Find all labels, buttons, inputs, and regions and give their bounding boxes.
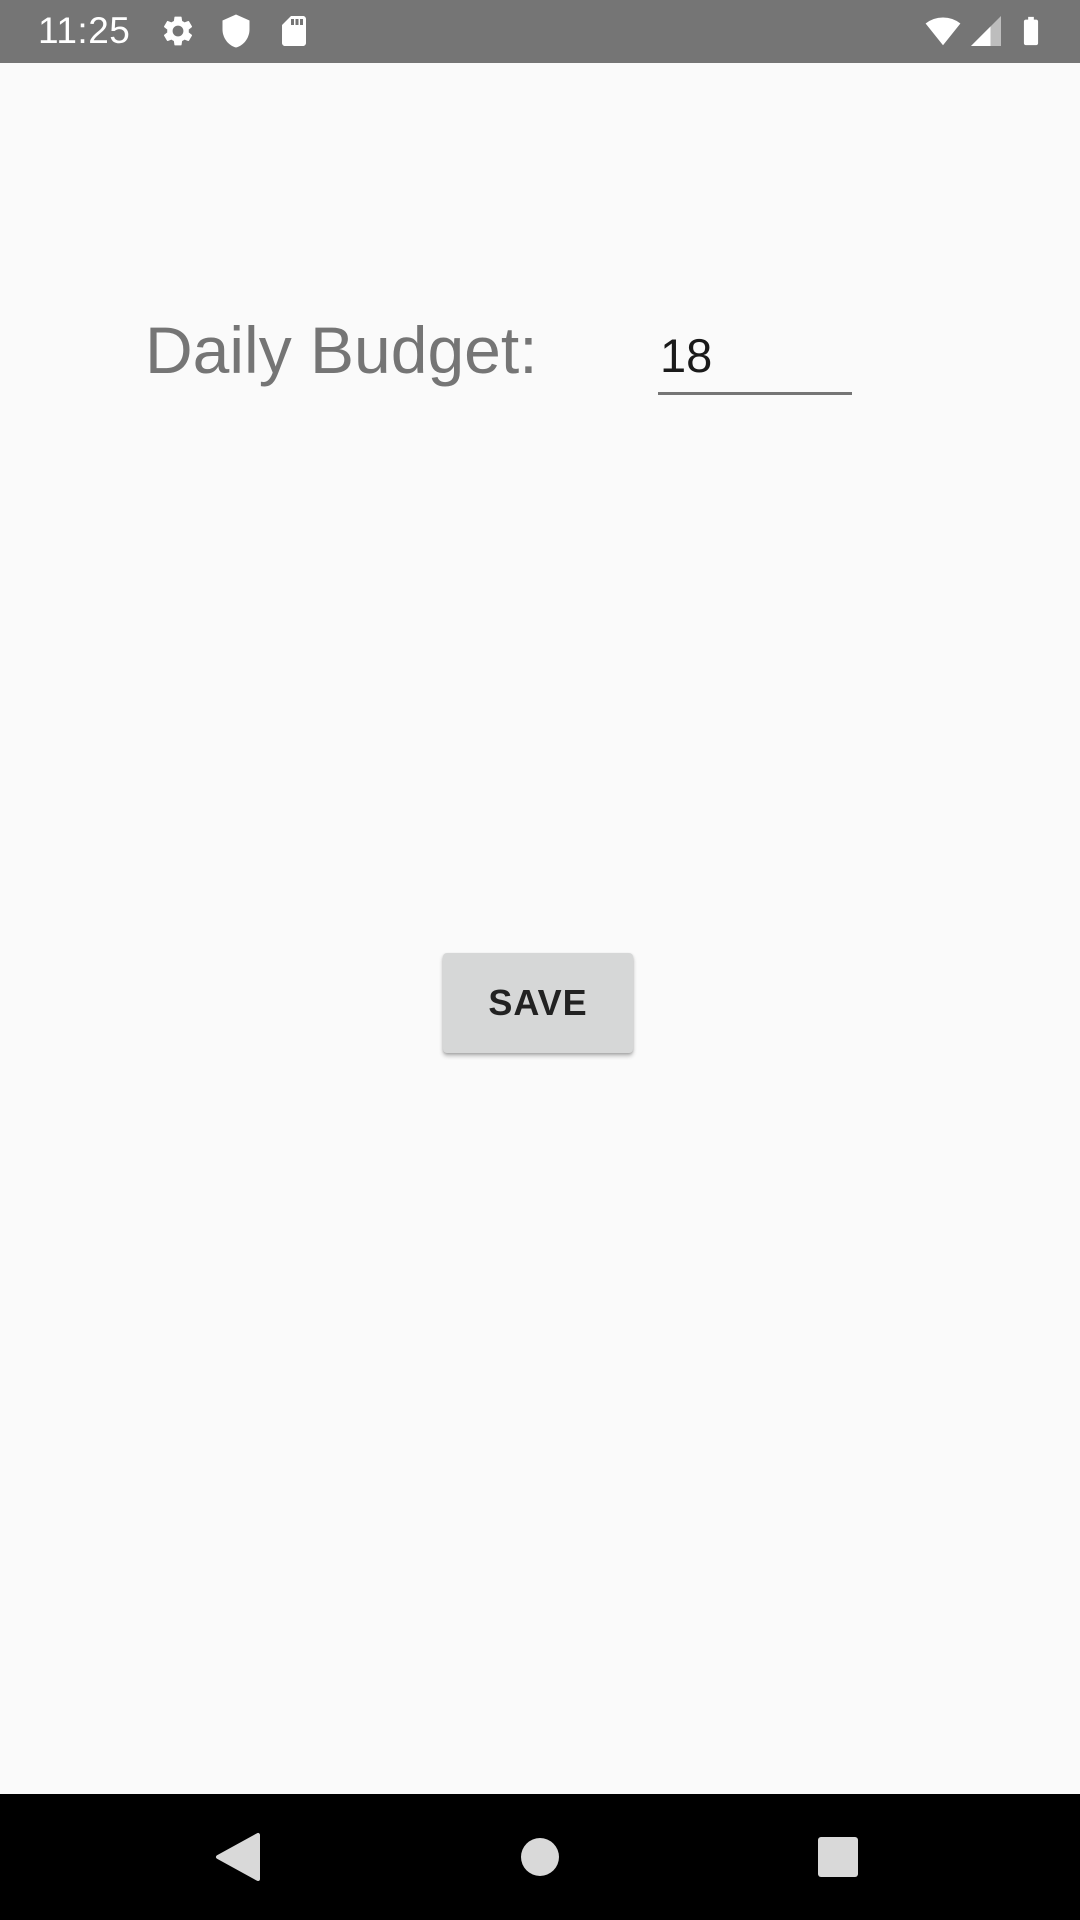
settings-icon [160, 13, 196, 49]
battery-icon [1014, 13, 1048, 49]
wifi-icon [922, 13, 964, 49]
daily-budget-label: Daily Budget: [145, 313, 538, 387]
daily-budget-input[interactable] [658, 318, 852, 395]
home-icon[interactable] [510, 1827, 570, 1887]
recents-icon[interactable] [808, 1827, 868, 1887]
status-time: 11:25 [38, 10, 131, 51]
shield-icon [218, 13, 254, 49]
save-button[interactable]: SAVE [443, 953, 633, 1053]
back-icon[interactable] [208, 1827, 268, 1887]
sd-card-icon [276, 13, 312, 49]
navigation-bar [0, 1794, 1080, 1920]
status-bar: 11:25 [0, 0, 1080, 63]
signal-icon [968, 13, 1004, 49]
